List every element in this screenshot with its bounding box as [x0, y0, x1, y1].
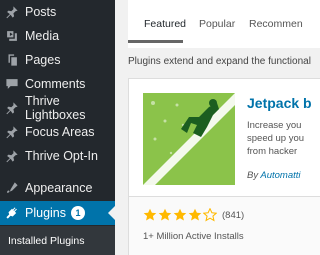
media-icon: [5, 29, 19, 43]
pin-icon: [5, 5, 19, 19]
pin-icon: [5, 125, 19, 139]
plugin-description-line: Increase you: [247, 120, 302, 131]
plugin-card: Jetpack b Increase you speed up you from…: [128, 78, 320, 255]
pin-icon: [5, 101, 19, 115]
rating-count: (841): [222, 209, 245, 221]
pin-icon: [5, 149, 19, 163]
sidebar-item-pages[interactable]: Pages: [0, 48, 115, 72]
admin-sidebar: Posts Media Pages Comments Thrive Lightb…: [0, 0, 115, 255]
plugin-description-line: speed up you: [247, 133, 305, 144]
sidebar-item-plugins[interactable]: Plugins 1: [0, 201, 115, 225]
sidebar-item-label: Plugins: [25, 206, 66, 220]
sidebar-item-label: Pages: [25, 53, 61, 67]
sidebar-item-label: Comments: [25, 77, 86, 91]
star-rating: (841): [143, 208, 244, 222]
plugin-author: By Automatti: [247, 170, 301, 181]
sidebar-item-label: Thrive Opt-In: [25, 149, 98, 163]
update-count-badge: 1: [71, 206, 85, 220]
sidebar-item-label: Media: [25, 29, 60, 43]
sidebar-item-appearance[interactable]: Appearance: [0, 176, 115, 200]
author-link[interactable]: Automatti: [260, 170, 300, 181]
plugin-card-footer: (841) 1+ Million Active Installs: [129, 196, 320, 255]
active-menu-arrow: [108, 206, 115, 220]
star-filled-icon: [173, 208, 187, 221]
current-tab-indicator: [128, 40, 183, 43]
sidebar-item-label: Thrive Lightboxes: [25, 94, 86, 122]
plugins-submenu: Installed Plugins: [0, 226, 115, 255]
comments-icon: [5, 77, 19, 91]
sidebar-item-label: Posts: [25, 5, 57, 19]
pages-icon: [5, 53, 19, 67]
main-content: Featured Popular Recommen Plugins extend…: [115, 0, 320, 255]
sidebar-item-label: Focus Areas: [25, 125, 95, 139]
plugins-icon: [5, 206, 19, 220]
star-empty-icon: [203, 208, 217, 222]
tab-popular[interactable]: Popular: [199, 18, 235, 30]
star-filled-icon: [143, 208, 157, 221]
sidebar-item-comments[interactable]: Comments: [0, 72, 115, 96]
plugin-description-line: from hacker: [247, 146, 298, 157]
sidebar-item-thrive-lightboxes[interactable]: Thrive Lightboxes: [0, 94, 115, 122]
active-installs: 1+ Million Active Installs: [143, 231, 244, 242]
sidebar-item-label: Appearance: [25, 181, 93, 195]
plugin-title-link[interactable]: Jetpack b: [247, 95, 312, 111]
sidebar-item-media[interactable]: Media: [0, 24, 115, 48]
sidebar-item-thrive-opt-in[interactable]: Thrive Opt-In: [0, 144, 115, 168]
appearance-icon: [5, 181, 19, 195]
tab-recommended[interactable]: Recommen: [249, 18, 303, 30]
jetpack-plugin-icon[interactable]: [143, 93, 235, 185]
sidebar-item-focus-areas[interactable]: Focus Areas: [0, 120, 115, 144]
sidebar-item-posts[interactable]: Posts: [0, 0, 115, 24]
submenu-item-installed-plugins[interactable]: Installed Plugins: [8, 235, 84, 247]
star-filled-icon: [158, 208, 172, 221]
plugin-description: Increase you speed up you from hacker: [247, 119, 304, 158]
author-prefix: By: [247, 170, 259, 181]
tab-featured[interactable]: Featured: [144, 18, 186, 30]
star-filled-icon: [188, 208, 202, 221]
page-description: Plugins extend and expand the functional: [128, 56, 311, 67]
